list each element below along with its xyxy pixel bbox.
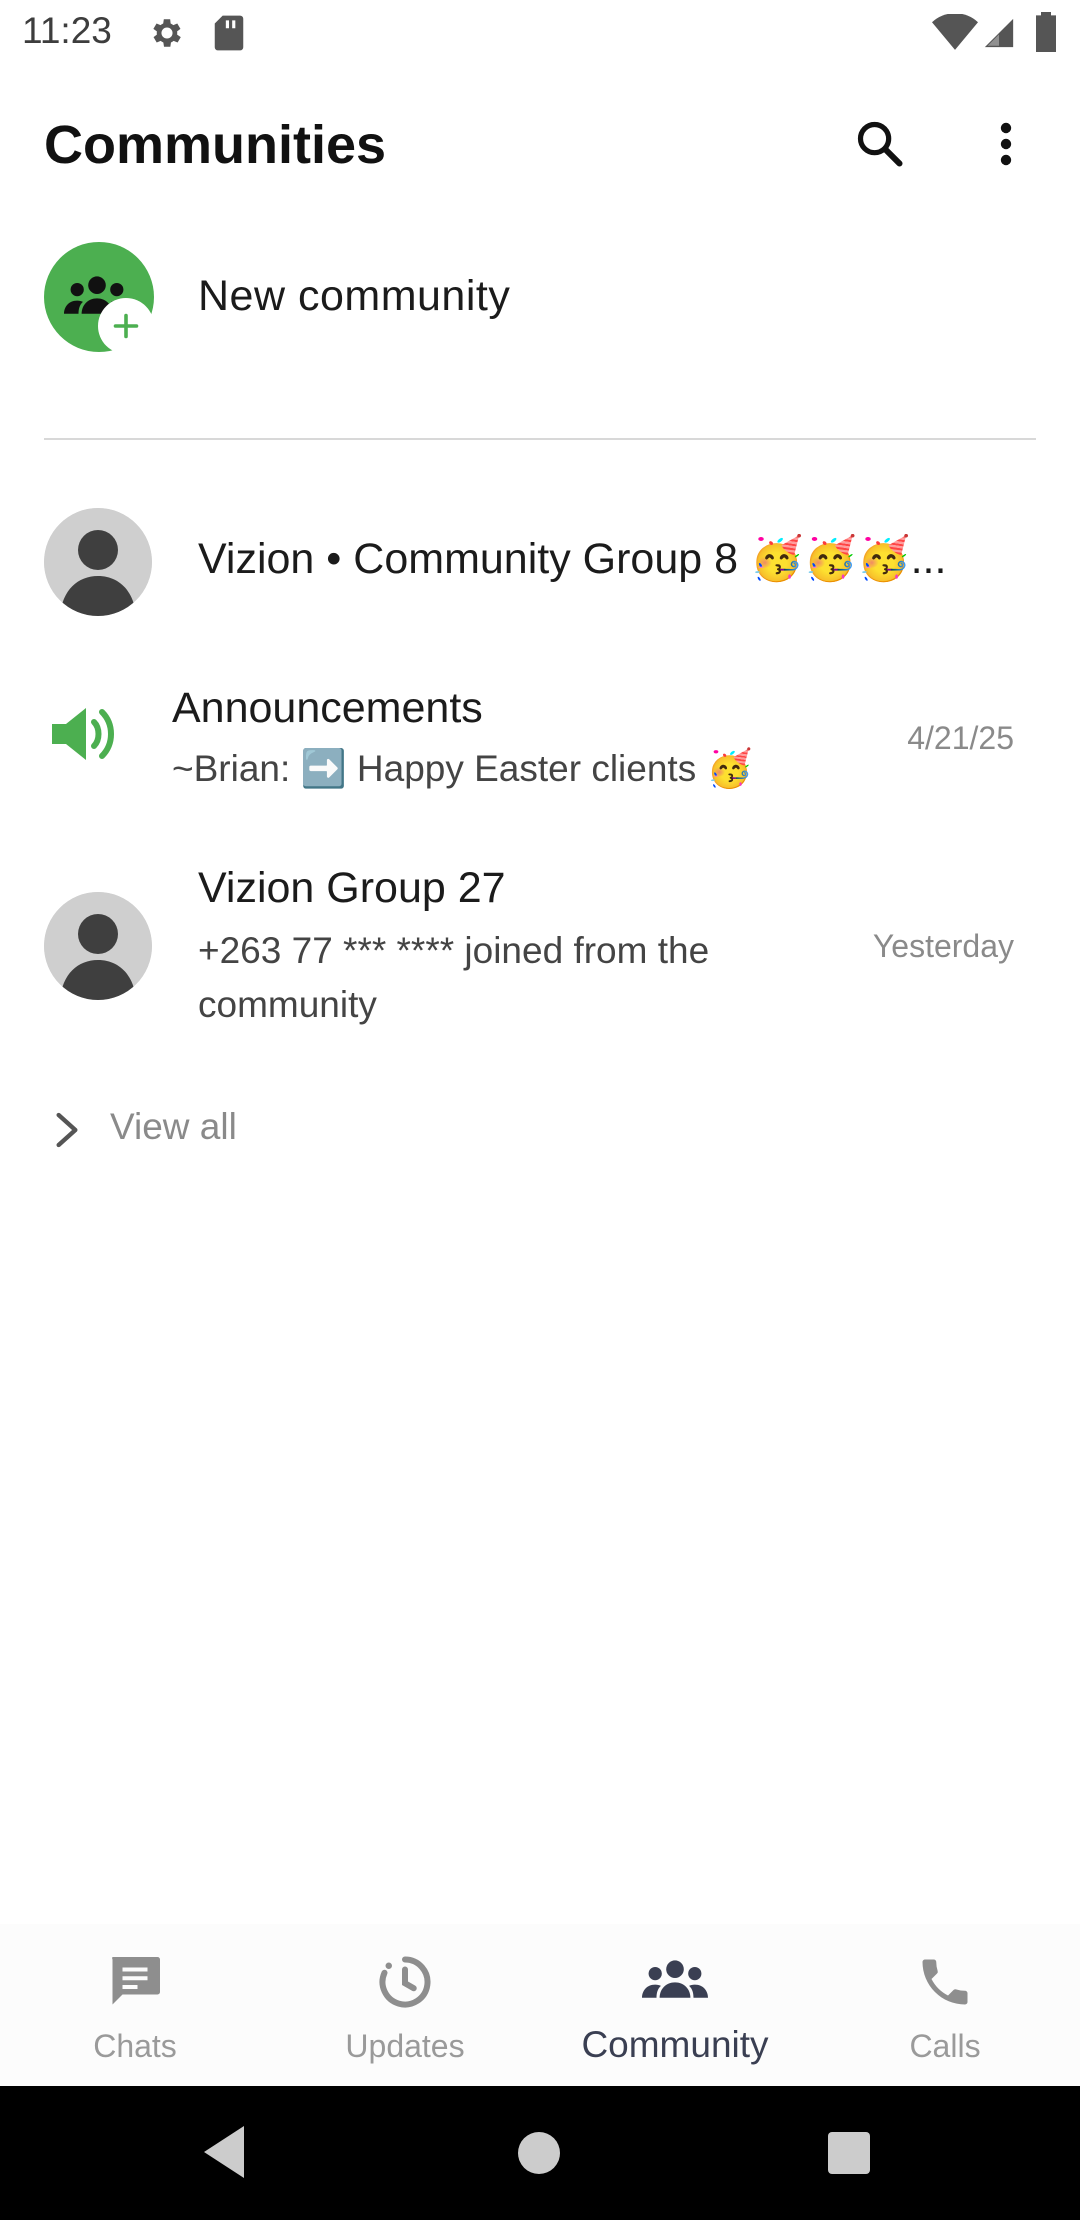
view-all-link[interactable]: View all [44,1100,344,1160]
search-icon [857,121,903,167]
default-avatar-icon [44,508,152,616]
list-item-time: Yesterday [872,928,1014,964]
list-item-title: Vizion Group 27 [198,864,506,912]
tab-updates[interactable]: Updates [270,1924,540,2086]
status-bar: 11:23 [0,0,1080,66]
tab-label: Community [581,2024,769,2065]
community-name: Vizion • Community Group 8 🥳🥳🥳... [198,535,947,583]
divider [44,438,1036,440]
app-header: Communities [0,100,1080,190]
system-navigation-bar [0,2086,1080,2220]
phone-icon [922,1959,968,2005]
new-community-label: New community [198,272,511,320]
updates-icon [379,1956,431,2008]
tab-label: Calls [909,2028,981,2064]
search-button[interactable] [848,112,912,176]
list-item-group[interactable]: Vizion Group 27 +263 77 *** **** joined … [0,856,1080,1036]
group-avatar [44,892,152,1000]
list-item-subtitle: +263 77 *** **** joined from the communi… [198,930,710,1025]
tab-calls[interactable]: Calls [810,1924,1080,2086]
community-avatar [44,508,152,616]
battery-icon [1036,12,1056,52]
back-icon[interactable] [200,2122,250,2182]
list-item-announcements[interactable]: Announcements ~Brian: ➡️ Happy Easter cl… [0,670,1080,800]
list-item-subtitle: ~Brian: ➡️ Happy Easter clients 🥳 [172,748,753,789]
tab-label: Updates [345,2028,465,2064]
more-vert-icon [1000,122,1012,166]
community-header-item[interactable]: Vizion • Community Group 8 🥳🥳🥳... [0,500,1080,624]
megaphone-icon [52,708,114,760]
more-options-button[interactable] [984,112,1028,176]
view-all-label: View all [110,1106,237,1147]
tab-community[interactable]: Community [540,1924,810,2086]
list-item-title: Announcements [172,684,483,732]
plus-icon [113,313,139,339]
signal-icon [984,18,1014,48]
recents-button[interactable] [828,2132,870,2174]
status-time: 11:23 [22,10,112,51]
new-community-item[interactable]: New community [0,238,1080,358]
list-item-time: 4/21/25 [907,720,1014,756]
bottom-navigation: Chats Updates Community Calls [0,1924,1080,2086]
add-badge [98,298,154,354]
chat-icon [112,1957,160,2005]
gear-icon [153,19,181,47]
default-avatar-icon [44,892,152,1000]
sd-card-icon [214,15,244,51]
page-title: Communities [44,115,387,175]
home-button[interactable] [518,2132,560,2174]
tab-chats[interactable]: Chats [0,1924,270,2086]
wifi-icon [932,14,978,50]
community-icon [642,1960,708,1998]
chevron-right-icon [56,1112,78,1148]
tab-label: Chats [93,2028,177,2064]
